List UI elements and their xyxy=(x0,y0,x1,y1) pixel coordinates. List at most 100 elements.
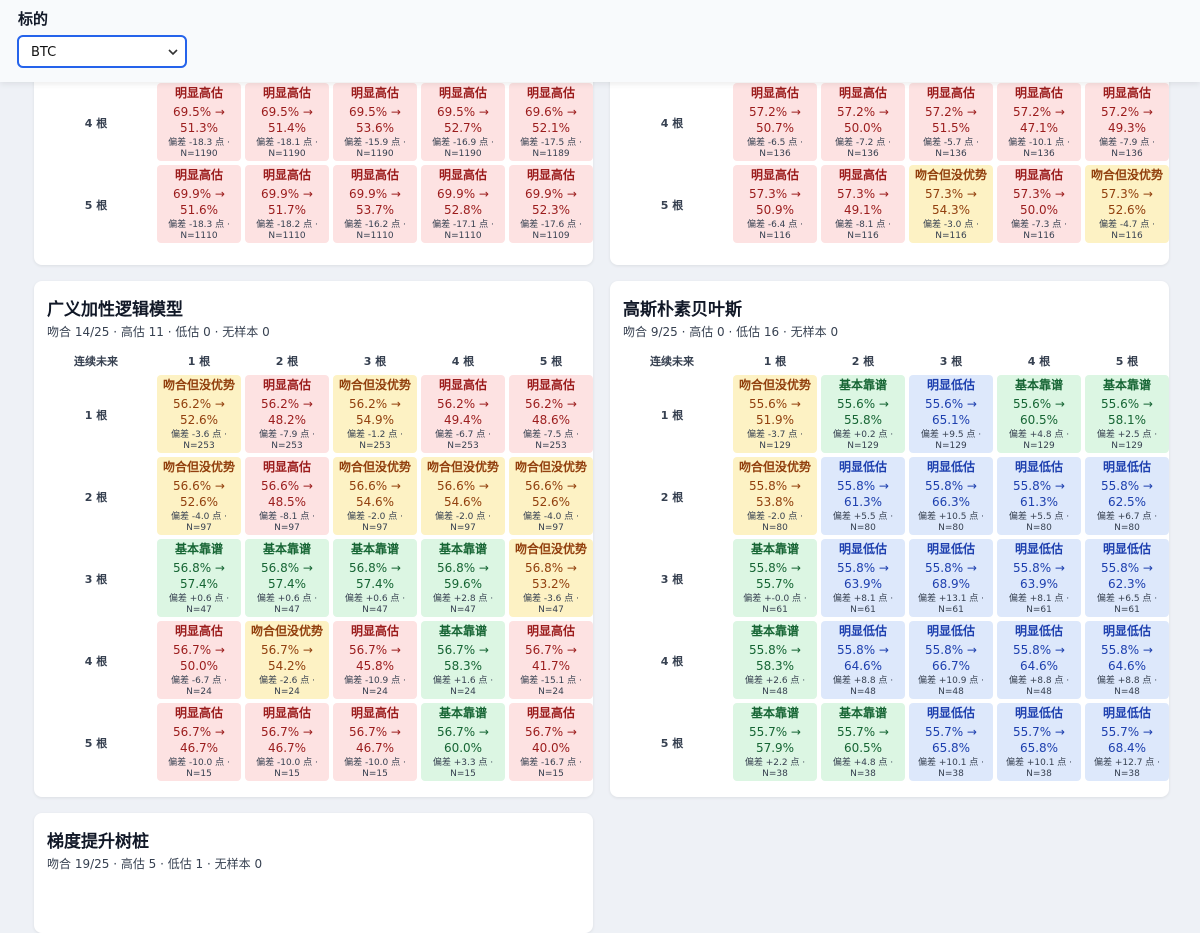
cell-actual: 61.3% xyxy=(1019,495,1059,509)
cell-verdict: 基本靠谱 xyxy=(750,706,799,720)
cell-predicted: 55.8% → xyxy=(749,561,801,575)
model-card: 4 根明显高估 57.2% → 50.7% 偏差 -6.5 点 · N=136 明显高估 5… xyxy=(610,60,1169,265)
symbol-select-value: BTC xyxy=(31,45,57,60)
grid-cell: 明显低估 55.8% → 63.9% 偏差 +8.1 点 · N=61 xyxy=(821,539,905,617)
cell-verdict: 明显高估 xyxy=(838,168,887,182)
grid-cell: 基本靠谱 56.7% → 60.0% 偏差 +3.3 点 · N=15 xyxy=(421,703,505,781)
grid-cell: 基本靠谱 56.7% → 58.3% 偏差 +1.6 点 · N=24 xyxy=(421,621,505,699)
symbol-select[interactable]: BTC xyxy=(17,35,187,68)
grid-cell: 吻合但没优势 56.6% → 52.6% 偏差 -4.0 点 · N=97 xyxy=(509,457,593,535)
grid-cell: 明显高估 57.2% → 50.7% 偏差 -6.5 点 · N=136 xyxy=(733,83,817,161)
cell-deviation: 偏差 -18.3 点 · xyxy=(168,138,230,148)
cell-predicted: 56.2% → xyxy=(437,397,489,411)
cell-verdict: 吻合但没优势 xyxy=(514,460,587,474)
cell-predicted: 56.7% → xyxy=(261,725,313,739)
cell-sample-count: N=1190 xyxy=(268,149,306,159)
column-header-corner: 连续未来 xyxy=(74,355,118,368)
cell-deviation: 偏差 -4.7 点 · xyxy=(1098,220,1155,230)
cell-sample-count: N=253 xyxy=(271,441,303,451)
cell-predicted: 56.8% → xyxy=(261,561,313,575)
cell-predicted: 56.7% → xyxy=(261,643,313,657)
cell-sample-count: N=116 xyxy=(759,231,791,241)
card-summary: 吻合 19/25 · 高估 5 · 低估 1 · 无样本 0 xyxy=(47,857,263,871)
grid-cell: 明显高估 56.7% → 50.0% 偏差 -6.7 点 · N=24 xyxy=(157,621,241,699)
cell-deviation: 偏差 -10.0 点 · xyxy=(256,758,318,768)
cell-verdict: 明显低估 xyxy=(1014,624,1063,638)
cell-actual: 57.4% xyxy=(355,577,395,591)
cell-verdict: 明显高估 xyxy=(926,86,975,100)
cell-verdict: 明显高估 xyxy=(350,706,399,720)
cell-predicted: 69.9% → xyxy=(349,187,401,201)
grid-cell: 明显高估 69.9% → 52.8% 偏差 -17.1 点 · N=1110 xyxy=(421,165,505,243)
cell-predicted: 69.9% → xyxy=(437,187,489,201)
cell-deviation: 偏差 -17.6 点 · xyxy=(520,220,582,230)
cell-actual: 52.6% xyxy=(179,413,219,427)
cell-actual: 61.3% xyxy=(843,495,883,509)
cell-verdict: 基本靠谱 xyxy=(438,542,487,556)
column-header-corner: 连续未来 xyxy=(650,355,694,368)
cell-sample-count: N=47 xyxy=(274,605,300,615)
grid-cell: 基本靠谱 56.8% → 57.4% 偏差 +0.6 点 · N=47 xyxy=(245,539,329,617)
cell-deviation: 偏差 -18.2 点 · xyxy=(256,220,318,230)
cell-verdict: 明显高估 xyxy=(1102,86,1151,100)
row-label: 5 根 xyxy=(84,199,108,212)
cell-actual: 40.0% xyxy=(531,741,571,755)
grid-cell: 明显低估 55.7% → 68.4% 偏差 +12.7 点 · N=38 xyxy=(1085,703,1169,781)
cell-actual: 49.1% xyxy=(843,203,883,217)
cell-deviation: 偏差 +2.5 点 · xyxy=(1096,430,1158,440)
cell-deviation: 偏差 -6.4 点 · xyxy=(746,220,803,230)
chevron-down-icon xyxy=(167,43,179,66)
cell-actual: 60.0% xyxy=(443,741,483,755)
cell-deviation: 偏差 +8.1 点 · xyxy=(832,594,894,604)
grid-cell: 基本靠谱 55.8% → 58.3% 偏差 +2.6 点 · N=48 xyxy=(733,621,817,699)
cell-actual: 65.8% xyxy=(1019,741,1059,755)
cell-actual: 63.9% xyxy=(1019,577,1059,591)
column-header: 4 根 xyxy=(1027,355,1051,368)
grid-cell: 明显低估 55.8% → 64.6% 偏差 +8.8 点 · N=48 xyxy=(1085,621,1169,699)
cell-actual: 58.3% xyxy=(443,659,483,673)
cell-deviation: 偏差 +2.2 点 · xyxy=(744,758,806,768)
cell-sample-count: N=1189 xyxy=(532,149,570,159)
grid-cell: 明显高估 69.6% → 52.1% 偏差 -17.5 点 · N=1189 xyxy=(509,83,593,161)
grid-cell: 吻合但没优势 55.6% → 51.9% 偏差 -3.7 点 · N=129 xyxy=(733,375,817,453)
cell-actual: 51.5% xyxy=(931,121,971,135)
grid-cell: 吻合但没优势 56.6% → 54.6% 偏差 -2.0 点 · N=97 xyxy=(421,457,505,535)
cell-actual: 51.6% xyxy=(179,203,219,217)
cell-predicted: 57.3% → xyxy=(1101,187,1153,201)
grid-cell: 明显高估 69.5% → 51.3% 偏差 -18.3 点 · N=1190 xyxy=(157,83,241,161)
cell-verdict: 明显高估 xyxy=(174,86,223,100)
cell-deviation: 偏差 -17.5 点 · xyxy=(520,138,582,148)
cell-predicted: 56.8% → xyxy=(173,561,225,575)
grid-cell: 明显高估 57.2% → 49.3% 偏差 -7.9 点 · N=136 xyxy=(1085,83,1169,161)
grid-cell: 基本靠谱 55.6% → 58.1% 偏差 +2.5 点 · N=129 xyxy=(1085,375,1169,453)
cell-deviation: 偏差 -1.2 点 · xyxy=(346,430,403,440)
cell-verdict: 明显高估 xyxy=(1014,86,1063,100)
cell-actual: 48.2% xyxy=(267,413,307,427)
grid-cell: 基本靠谱 56.8% → 59.6% 偏差 +2.8 点 · N=47 xyxy=(421,539,505,617)
card-summary: 吻合 14/25 · 高估 11 · 低估 0 · 无样本 0 xyxy=(47,325,270,339)
cell-verdict: 吻合但没优势 xyxy=(514,542,587,556)
cell-deviation: 偏差 +10.1 点 · xyxy=(1005,758,1073,768)
row-label: 3 根 xyxy=(84,573,108,586)
cell-sample-count: N=1110 xyxy=(180,231,218,241)
cell-deviation: 偏差 -7.5 点 · xyxy=(522,430,579,440)
cell-sample-count: N=61 xyxy=(850,605,876,615)
cell-deviation: 偏差 +9.5 点 · xyxy=(920,430,982,440)
cell-sample-count: N=24 xyxy=(362,687,388,697)
cell-actual: 45.8% xyxy=(355,659,395,673)
cell-actual: 60.5% xyxy=(1019,413,1059,427)
cell-actual: 46.7% xyxy=(355,741,395,755)
cell-deviation: 偏差 +10.1 点 · xyxy=(917,758,985,768)
cell-verdict: 明显高估 xyxy=(350,624,399,638)
cell-verdict: 基本靠谱 xyxy=(750,542,799,556)
cell-predicted: 55.6% → xyxy=(749,397,801,411)
grid-cell: 明显低估 55.8% → 68.9% 偏差 +13.1 点 · N=61 xyxy=(909,539,993,617)
cell-actual: 58.3% xyxy=(755,659,795,673)
cell-actual: 54.9% xyxy=(355,413,395,427)
cell-verdict: 明显高估 xyxy=(526,706,575,720)
cell-sample-count: N=24 xyxy=(274,687,300,697)
cell-sample-count: N=97 xyxy=(274,523,300,533)
grid-cell: 明显高估 56.2% → 48.2% 偏差 -7.9 点 · N=253 xyxy=(245,375,329,453)
column-header: 4 根 xyxy=(451,355,475,368)
cell-deviation: 偏差 -16.9 点 · xyxy=(432,138,494,148)
